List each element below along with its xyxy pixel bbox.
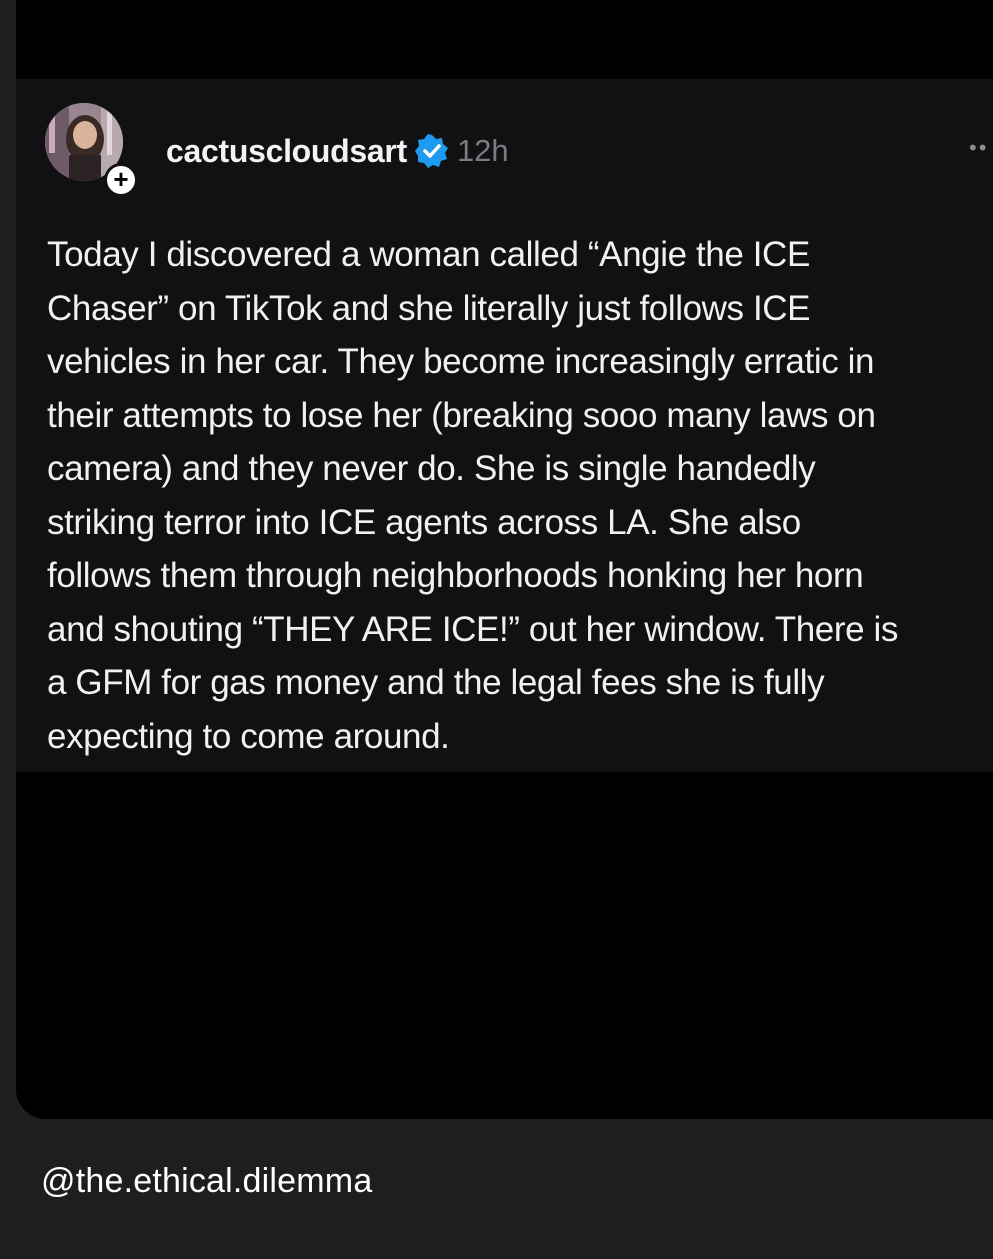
username[interactable]: cactuscloudsart [166, 133, 407, 170]
timestamp: 12h [456, 133, 509, 168]
post-text-line: vehicles in her car. They become increas… [47, 342, 875, 381]
plus-icon: + [113, 164, 129, 194]
post-text-line: expecting to come around. [47, 716, 450, 756]
post-text-line: their attempts to lose her (breaking soo… [47, 395, 876, 435]
post-text: Today I discovered a woman called “Angie… [47, 228, 977, 763]
follow-plus-button[interactable]: + [104, 163, 138, 197]
post-text-line: a GFM for gas money and the legal fees s… [47, 663, 825, 702]
post-card: + cactuscloudsart 12h •• Today I discove… [16, 79, 993, 772]
avatar-container[interactable]: + [45, 103, 138, 197]
post-text-line: Today I discovered a woman called “Angie… [47, 235, 810, 274]
page: + cactuscloudsart 12h •• Today I discove… [0, 0, 993, 1259]
post-text-line: follows them through neighborhoods honki… [47, 556, 864, 595]
watermark-handle: @the.ethical.dilemma [41, 1162, 373, 1200]
verified-badge-icon [414, 134, 448, 168]
post-header: cactuscloudsart 12h [166, 131, 509, 171]
post-text-line: and shouting “THEY ARE ICE!” out her win… [47, 609, 898, 649]
post-text-line: Chaser” on TikTok and she literally just… [47, 288, 811, 328]
post-text-line: camera) and they never do. She is single… [47, 449, 816, 488]
more-options-icon[interactable]: •• [969, 133, 993, 163]
post-text-line: striking terror into ICE agents across L… [47, 502, 801, 542]
post-screenshot: + cactuscloudsart 12h •• Today I discove… [16, 0, 993, 1119]
